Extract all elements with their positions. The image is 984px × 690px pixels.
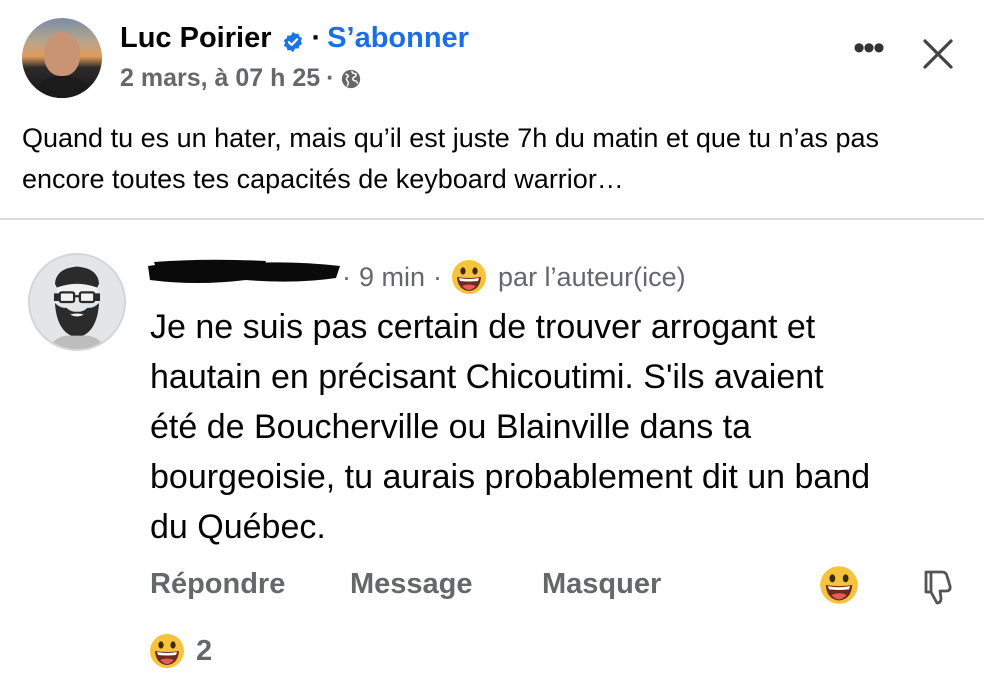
commenter-avatar[interactable] bbox=[28, 253, 126, 351]
meta-separator: · bbox=[326, 64, 335, 92]
author-line: Luc Poirier · S’abonner bbox=[120, 22, 469, 55]
comment-text: Je ne suis pas certain de trouver arroga… bbox=[150, 308, 871, 546]
follow-separator: · bbox=[311, 22, 322, 54]
message-button[interactable]: Message bbox=[350, 568, 473, 601]
author-name[interactable]: Luc Poirier bbox=[120, 22, 272, 55]
divider bbox=[0, 218, 984, 220]
grinning-emoji-icon bbox=[148, 632, 186, 670]
more-options-icon[interactable]: ••• bbox=[846, 31, 890, 68]
post-timestamp[interactable]: 2 mars, à 07 h 25 bbox=[120, 64, 320, 93]
follow-link[interactable]: S’abonner bbox=[327, 22, 469, 55]
reaction-count: 2 bbox=[196, 634, 213, 667]
grinning-emoji-icon bbox=[820, 566, 858, 604]
verified-badge-icon bbox=[282, 28, 304, 52]
reaction-summary[interactable]: 2 bbox=[148, 632, 212, 670]
grinning-emoji-icon bbox=[450, 258, 488, 296]
thumbs-down-icon[interactable] bbox=[920, 566, 956, 606]
comment-meta-separator: · bbox=[433, 261, 443, 292]
comment-actions: Répondre Message Masquer bbox=[150, 564, 970, 610]
post-body: Quand tu es un hater, mais qu’il est jus… bbox=[22, 123, 880, 194]
redacted-commenter-name bbox=[146, 256, 342, 286]
reply-button[interactable]: Répondre bbox=[150, 568, 285, 601]
close-icon[interactable] bbox=[918, 34, 958, 74]
globe-icon[interactable] bbox=[340, 68, 362, 90]
comment-time[interactable]: 9 min bbox=[359, 262, 425, 293]
hide-button[interactable]: Masquer bbox=[542, 568, 661, 601]
author-avatar[interactable] bbox=[22, 18, 102, 98]
author-badge: par l’auteur(ice) bbox=[498, 261, 686, 292]
react-button[interactable] bbox=[818, 564, 860, 606]
post-meta: 2 mars, à 07 h 25 · bbox=[120, 64, 362, 93]
comment-meta: · 9 min · par l’auteur(ice) bbox=[342, 258, 686, 296]
post-header: Luc Poirier · S’abonner 2 mars, à 07 h 2… bbox=[0, 0, 984, 110]
comment-meta-separator: · bbox=[342, 261, 351, 292]
